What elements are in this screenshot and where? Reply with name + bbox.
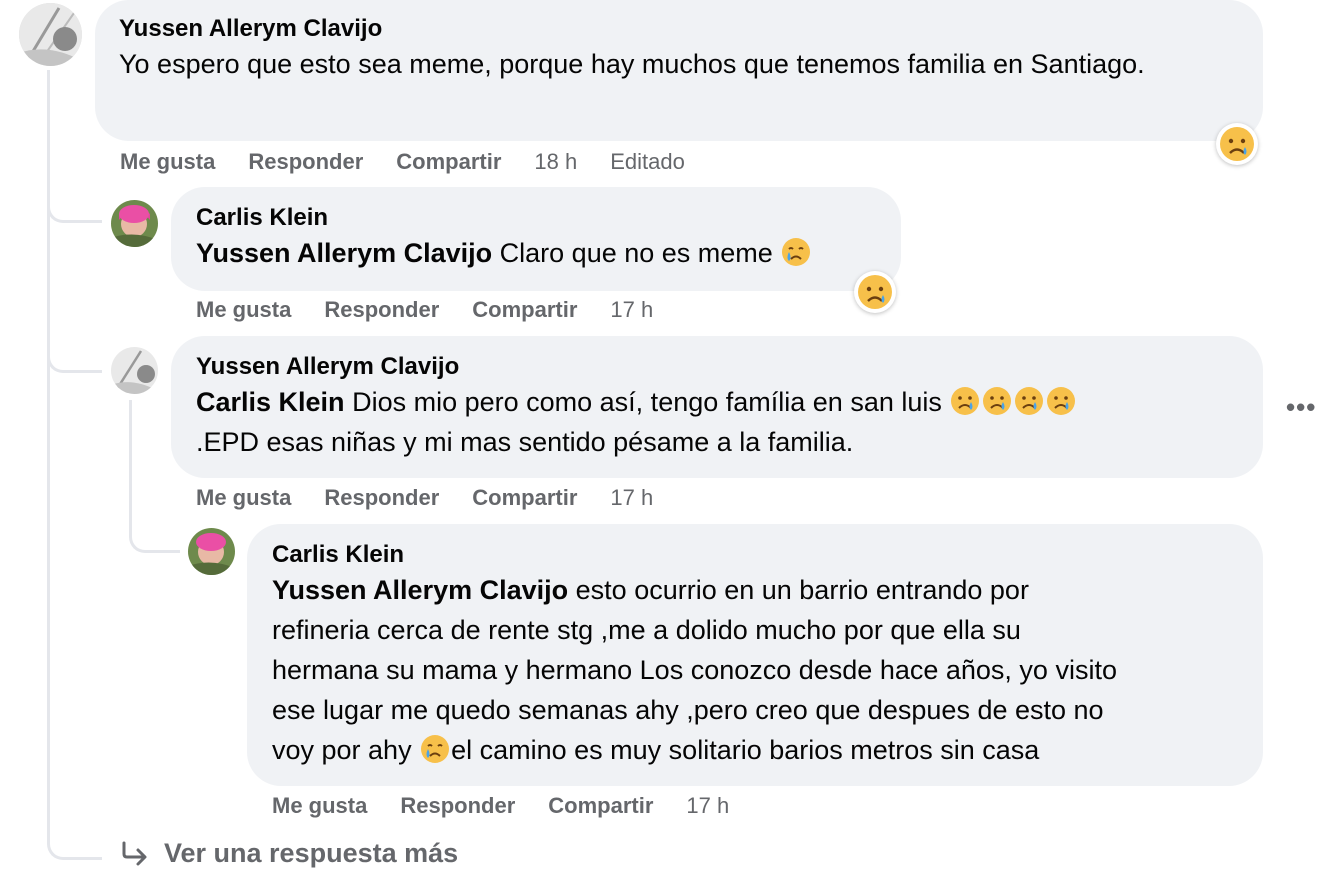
mention-link[interactable]: Yussen Allerym Clavijo: [272, 575, 568, 605]
comment-text: Claro que no es meme: [499, 238, 773, 268]
comment-actions: Me gusta Responder Compartir 17 h: [196, 483, 686, 513]
avatar[interactable]: [188, 528, 235, 575]
sad-face-icon: [951, 387, 980, 415]
avatar-image-icon: [19, 3, 82, 66]
like-button[interactable]: Me gusta: [272, 793, 367, 819]
timestamp[interactable]: 17 h: [610, 485, 653, 511]
sad-face-icon: [1015, 387, 1044, 415]
comment-actions: Me gusta Responder Compartir 17 h: [272, 791, 762, 821]
timestamp[interactable]: 18 h: [534, 149, 577, 175]
share-button[interactable]: Compartir: [396, 149, 501, 175]
share-button[interactable]: Compartir: [472, 485, 577, 511]
mention-link[interactable]: Carlis Klein: [196, 387, 345, 417]
comment-text: esto ocurrio en un barrio entrando por: [575, 575, 1029, 605]
comment-text: refineria cerca de rente stg ,me a dolid…: [272, 615, 1021, 645]
thread-connector-reply-2: [47, 300, 102, 373]
avatar-image-icon: [188, 528, 235, 575]
reply-button[interactable]: Responder: [324, 297, 439, 323]
comment-text: ese lugar me quedo semanas ahy ,pero cre…: [272, 695, 1104, 725]
timestamp[interactable]: 17 h: [686, 793, 729, 819]
comment-author[interactable]: Yussen Allerym Clavijo: [196, 352, 1238, 382]
comment-text-row: Carlis Klein Dios mio pero como así, ten…: [196, 382, 1238, 422]
view-more-replies-button[interactable]: Ver una respuesta más: [120, 838, 458, 869]
edited-label: Editado: [610, 149, 685, 174]
comment-text: Yo espero que esto sea meme, porque hay …: [119, 49, 1145, 79]
avatar-image-icon: [111, 200, 158, 247]
comment-bubble: Yussen Allerym Clavijo Carlis Klein Dios…: [171, 336, 1263, 478]
more-options-icon[interactable]: •••: [1286, 392, 1316, 423]
avatar[interactable]: [111, 200, 158, 247]
avatar[interactable]: [111, 347, 158, 394]
sad-emoji-group: [949, 387, 1077, 417]
comment-actions: Me gusta Responder Compartir 17 h: [196, 295, 686, 325]
comment-text-row: Yussen Allerym Clavijo Claro que no es m…: [196, 233, 876, 273]
comment-text: el camino es muy solitario barios metros…: [451, 735, 1040, 765]
thread-connector-reply-1: [47, 150, 102, 223]
avatar[interactable]: [19, 3, 82, 66]
thread-connector-reply-3: [129, 490, 180, 553]
mention-link[interactable]: Yussen Allerym Clavijo: [196, 238, 492, 268]
like-button[interactable]: Me gusta: [120, 149, 215, 175]
sad-reaction-icon[interactable]: [854, 271, 896, 313]
comment-author[interactable]: Carlis Klein: [272, 540, 1238, 570]
comment-author[interactable]: Carlis Klein: [196, 203, 876, 233]
reply-button[interactable]: Responder: [324, 485, 439, 511]
comment-text-row: Yussen Allerym Clavijo esto ocurrio en u…: [272, 570, 1238, 610]
comment-actions: Me gusta Responder Compartir 18 h Editad…: [120, 147, 718, 177]
sad-face-icon: [983, 387, 1012, 415]
comment-bubble: Carlis Klein Yussen Allerym Clavijo esto…: [247, 524, 1263, 786]
reply-button[interactable]: Responder: [400, 793, 515, 819]
comment-text: .EPD esas niñas y mi mas sentido pésame …: [196, 427, 854, 457]
share-button[interactable]: Compartir: [472, 297, 577, 323]
timestamp[interactable]: 17 h: [610, 297, 653, 323]
comment-text: voy por ahy: [272, 735, 412, 765]
crying-face-icon: [782, 238, 811, 266]
comment-bubble: Yussen Allerym Clavijo Yo espero que est…: [95, 0, 1263, 141]
comment-bubble: Carlis Klein Yussen Allerym Clavijo Clar…: [171, 187, 901, 291]
reply-button[interactable]: Responder: [248, 149, 363, 175]
view-more-replies-label: Ver una respuesta más: [164, 838, 459, 868]
like-button[interactable]: Me gusta: [196, 297, 291, 323]
like-button[interactable]: Me gusta: [196, 485, 291, 511]
avatar-image-icon: [111, 347, 158, 394]
comment-text-row: voy por ahy el camino es muy solitario b…: [272, 730, 1238, 770]
comment-text: hermana su mama y hermano Los conozco de…: [272, 655, 1117, 685]
comment-text: Dios mio pero como así, tengo família en…: [352, 387, 942, 417]
comment-author[interactable]: Yussen Allerym Clavijo: [119, 14, 1239, 44]
sad-face-icon: [1047, 387, 1076, 415]
crying-face-icon: [421, 735, 450, 763]
share-button[interactable]: Compartir: [548, 793, 653, 819]
thread-connector-more: [47, 760, 102, 860]
sad-reaction-icon[interactable]: [1216, 123, 1258, 165]
reply-arrow-icon: [122, 841, 147, 865]
